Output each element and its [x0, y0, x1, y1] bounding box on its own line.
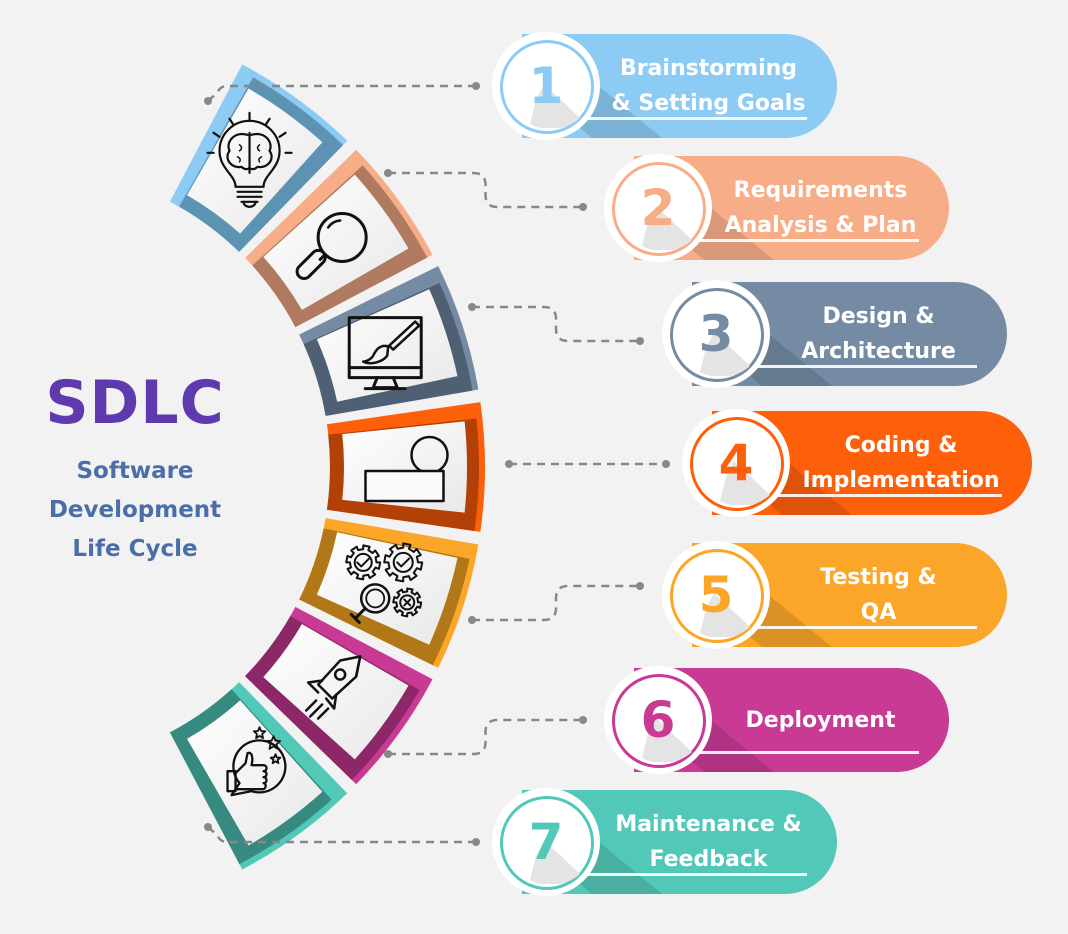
subtitle-line: Life Cycle: [72, 536, 198, 562]
connector-dot: [472, 82, 480, 90]
connector-dot: [472, 838, 480, 846]
stage-label-line: Requirements: [733, 178, 908, 203]
subtitle-line: Development: [48, 497, 222, 523]
stage-label-line: Feedback: [649, 847, 768, 872]
stage-label-line: Design &: [822, 304, 935, 329]
connector-dot: [579, 716, 587, 724]
connector-line-5: [472, 584, 640, 622]
stage-pill-5: 5 Testing & QA: [662, 541, 1007, 649]
connector-dot: [579, 203, 587, 211]
connector-dot: [204, 823, 212, 831]
connector-dot: [384, 169, 392, 177]
stage-label-line: Analysis & Plan: [724, 213, 917, 238]
stage-label: Maintenance & Feedback: [600, 790, 817, 894]
connector-dot: [636, 582, 644, 590]
stage-number: 4: [718, 434, 754, 492]
connector-dot: [468, 616, 476, 624]
stage-label: Brainstorming & Setting Goals: [600, 34, 817, 138]
connector-dot: [662, 460, 670, 468]
sdlc-infographic: SDLC Software Development Life Cycle 1 B…: [0, 0, 1068, 934]
title-main: SDLC: [45, 368, 225, 438]
stage-label: Deployment: [712, 668, 929, 772]
stage-number: 2: [640, 179, 676, 237]
arc-segment-4: [326, 402, 485, 532]
stage-label-line: Testing &: [820, 565, 937, 590]
stage-number: 5: [698, 566, 734, 624]
stage-number: 3: [698, 305, 734, 363]
stage-pill-6: 6 Deployment: [604, 666, 949, 774]
stage-label: Coding & Implementation: [790, 411, 1012, 515]
stage-label-line: Implementation: [802, 468, 1000, 493]
stage-label: Requirements Analysis & Plan: [712, 156, 929, 260]
stage-label-line: Brainstorming: [619, 56, 798, 81]
connector-dot: [505, 460, 513, 468]
title-block: SDLC Software Development Life Cycle: [20, 368, 250, 569]
stage-label: Testing & QA: [770, 543, 987, 647]
stage-label: Design & Architecture: [770, 282, 987, 386]
stage-label-line: & Setting Goals: [611, 91, 806, 116]
stage-pill-4: 4 Coding & Implementation: [682, 409, 1032, 517]
connector-dot: [636, 337, 644, 345]
connector-line-3: [472, 305, 640, 343]
title-subtitle: Software Development Life Cycle: [20, 452, 250, 569]
connector-dot: [204, 97, 212, 105]
connector-line-6: [388, 718, 583, 756]
connector-dot: [384, 750, 392, 758]
stage-pill-7: 7 Maintenance & Feedback: [492, 788, 837, 896]
stage-pill-3: 3 Design & Architecture: [662, 280, 1007, 388]
stage-label-line: Maintenance &: [615, 812, 802, 837]
stage-number: 6: [640, 691, 676, 749]
stage-pill-2: 2 Requirements Analysis & Plan: [604, 154, 949, 262]
connector-line-2: [388, 171, 583, 209]
stage-label-line: QA: [860, 600, 897, 625]
stage-label-line: Architecture: [801, 339, 956, 364]
connector-dot: [468, 303, 476, 311]
stage-number: 1: [528, 57, 564, 115]
subtitle-line: Software: [76, 458, 194, 484]
stage-pill-1: 1 Brainstorming & Setting Goals: [492, 32, 837, 140]
stage-number: 7: [528, 813, 564, 871]
stage-label-line: Coding &: [844, 433, 958, 458]
stage-label-line: Deployment: [745, 707, 896, 733]
